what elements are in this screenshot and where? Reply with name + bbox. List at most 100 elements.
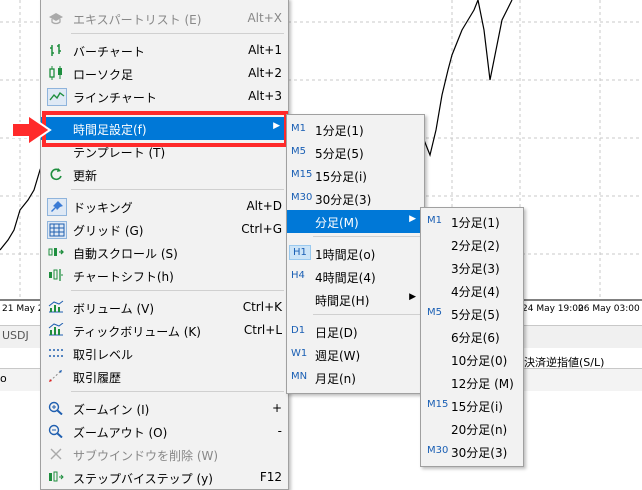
menu-item-trade-history[interactable]: 取引履歴 — [41, 365, 288, 388]
timeframe-code: M30 — [427, 445, 449, 456]
menu-separator — [313, 314, 420, 315]
menu-shortcut: Alt+3 — [248, 89, 282, 103]
zoom-out-icon — [47, 423, 65, 439]
timeframe-code: H4 — [291, 270, 305, 281]
menu-shortcut: Ctrl+K — [242, 300, 282, 314]
menu-item-minutes[interactable]: 分足(M) ▶ — [287, 210, 424, 233]
menu-item-15min[interactable]: M15 15分足(i) — [421, 394, 523, 417]
menu-item-label: 5分足(5) — [451, 308, 500, 322]
timeframe-submenu: M1 1分足(1) M5 5分足(5) M15 15分足(i) M30 30分足… — [286, 114, 425, 394]
menu-item-30min[interactable]: M30 30分足(3) — [421, 440, 523, 463]
menu-item-label: 30分足(3) — [315, 193, 372, 207]
menu-item-line-chart[interactable]: ラインチャート Alt+3 — [41, 85, 288, 108]
trade-history-icon — [47, 368, 65, 384]
menu-shortcut: - — [277, 424, 282, 438]
menu-item-label: 更新 — [73, 169, 98, 183]
menu-item-label: ラインチャート — [73, 91, 157, 105]
menu-item-5min[interactable]: M5 5分足(5) — [421, 302, 523, 325]
menu-item-label: 分足(M) — [315, 216, 359, 230]
close-icon — [47, 446, 65, 462]
menu-shortcut: Alt+1 — [248, 43, 282, 57]
chart-tab[interactable]: USDJ — [2, 329, 29, 342]
x-axis-label: 24 May 19:00 — [522, 304, 584, 314]
expert-list-icon — [47, 10, 65, 26]
menu-item-expert-list[interactable]: エキスパートリスト (E) Alt+X — [41, 7, 288, 30]
menu-item-label: 2分足(2) — [451, 239, 500, 253]
menu-item-label: 時間足(H) — [315, 294, 370, 308]
menu-item-mn[interactable]: MN 月足(n) — [287, 366, 424, 389]
menu-item-m1[interactable]: M1 1分足(1) — [287, 118, 424, 141]
auto-scroll-icon — [47, 244, 65, 260]
menu-item-h4[interactable]: H4 4時間足(4) — [287, 265, 424, 288]
menu-shortcut: Alt+2 — [248, 66, 282, 80]
menu-item-20min[interactable]: 20分足(n) — [421, 417, 523, 440]
menu-item-label: ステップバイステップ (y) — [73, 472, 213, 486]
menu-item-label: チャートシフト(h) — [73, 270, 174, 284]
candlestick-icon — [47, 65, 65, 81]
menu-item-12min[interactable]: 12分足 (M) — [421, 371, 523, 394]
timeframe-code: M1 — [427, 215, 442, 226]
menu-item-refresh[interactable]: 更新 — [41, 163, 288, 186]
menu-item-label: 3分足(3) — [451, 262, 500, 276]
menu-item-label: 15分足(i) — [315, 170, 367, 184]
grid-icon — [47, 221, 67, 239]
menu-item-candlestick[interactable]: ローソク足 Alt+2 — [41, 62, 288, 85]
menu-item-m15[interactable]: M15 15分足(i) — [287, 164, 424, 187]
menu-item-step-by-step[interactable]: ステップバイステップ (y) F12 — [41, 466, 288, 489]
menu-item-label: 自動スクロール (S) — [73, 247, 178, 261]
toolbox-label: o — [0, 372, 7, 385]
menu-item-remove-subwindow[interactable]: サブウインドウを削除 (W) — [41, 443, 288, 466]
bar-chart-icon — [47, 42, 65, 58]
chart-shift-icon — [47, 267, 65, 283]
menu-item-d1[interactable]: D1 日足(D) — [287, 320, 424, 343]
menu-item-w1[interactable]: W1 週足(W) — [287, 343, 424, 366]
timeframe-code: W1 — [291, 348, 308, 359]
menu-item-label: 10分足(0) — [451, 354, 508, 368]
menu-item-volume[interactable]: ボリューム (V) Ctrl+K — [41, 296, 288, 319]
menu-item-label: ズームイン (I) — [73, 403, 150, 417]
menu-item-1min[interactable]: M1 1分足(1) — [421, 210, 523, 233]
line-chart-icon — [47, 88, 67, 106]
volume-icon — [47, 299, 65, 315]
menu-separator — [71, 33, 284, 34]
menu-item-m30[interactable]: M30 30分足(3) — [287, 187, 424, 210]
menu-item-label: 月足(n) — [315, 372, 356, 386]
menu-item-label: 5分足(5) — [315, 147, 364, 161]
annotation-highlight-box — [42, 111, 288, 147]
submenu-arrow-icon: ▶ — [409, 292, 416, 302]
timeframe-code: M15 — [291, 169, 313, 180]
submenu-arrow-icon: ▶ — [409, 214, 416, 224]
menu-item-2min[interactable]: 2分足(2) — [421, 233, 523, 256]
menu-item-10min[interactable]: 10分足(0) — [421, 348, 523, 371]
menu-item-4min[interactable]: 4分足(4) — [421, 279, 523, 302]
menu-item-m5[interactable]: M5 5分足(5) — [287, 141, 424, 164]
menu-item-zoom-out[interactable]: ズームアウト (O) - — [41, 420, 288, 443]
timeframe-code: M30 — [291, 192, 313, 203]
menu-item-label: バーチャート — [73, 45, 145, 59]
menu-item-6min[interactable]: 6分足(6) — [421, 325, 523, 348]
menu-separator — [71, 391, 284, 392]
menu-item-label: 4分足(4) — [451, 285, 500, 299]
menu-item-h1[interactable]: H1 1時間足(o) — [287, 242, 424, 265]
menu-item-label: 30分足(3) — [451, 446, 508, 460]
menu-item-docking[interactable]: ドッキング Alt+D — [41, 195, 288, 218]
menu-shortcut: + — [271, 401, 282, 415]
refresh-icon — [47, 166, 65, 182]
menu-item-label: 1分足(1) — [451, 216, 500, 230]
menu-item-chart-shift[interactable]: チャートシフト(h) — [41, 264, 288, 287]
menu-item-auto-scroll[interactable]: 自動スクロール (S) — [41, 241, 288, 264]
menu-item-3min[interactable]: 3分足(3) — [421, 256, 523, 279]
menu-item-label: 1分足(1) — [315, 124, 364, 138]
menu-item-label: 20分足(n) — [451, 423, 508, 437]
menu-item-trade-levels[interactable]: 取引レベル — [41, 342, 288, 365]
menu-item-bar-chart[interactable]: バーチャート Alt+1 — [41, 39, 288, 62]
menu-item-label: 取引履歴 — [73, 371, 122, 385]
menu-item-hours[interactable]: 時間足(H) ▶ — [287, 288, 424, 311]
menu-item-zoom-in[interactable]: ズームイン (I) + — [41, 397, 288, 420]
menu-item-grid[interactable]: グリッド (G) Ctrl+G — [41, 218, 288, 241]
menu-shortcut: Ctrl+G — [241, 222, 282, 236]
menu-item-label: 週足(W) — [315, 349, 361, 363]
menu-item-label: エキスパートリスト (E) — [73, 13, 202, 27]
menu-item-tick-volume[interactable]: ティックボリューム (K) Ctrl+L — [41, 319, 288, 342]
menu-separator — [71, 189, 284, 190]
